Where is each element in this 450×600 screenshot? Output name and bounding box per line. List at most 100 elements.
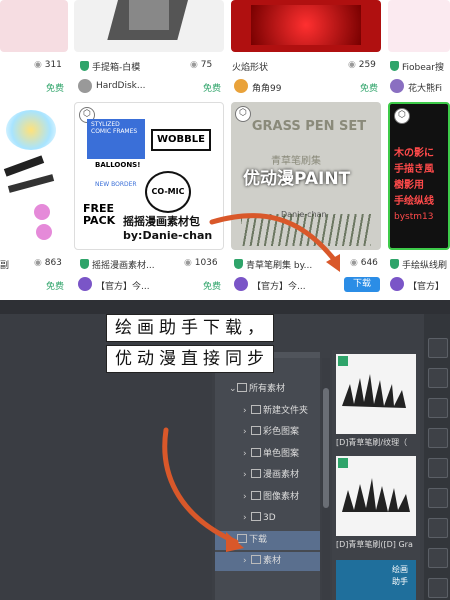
author-avatar[interactable] bbox=[234, 79, 248, 93]
tree-item[interactable]: › 3D bbox=[215, 509, 320, 528]
asset-title[interactable]: Fiobear搜 bbox=[390, 60, 450, 73]
tree-item[interactable]: ⌄ 下载 bbox=[215, 530, 320, 550]
tree-item-label: 新建文件夹 bbox=[263, 405, 309, 416]
toolbar-button[interactable] bbox=[428, 428, 448, 448]
toolbar-button[interactable] bbox=[428, 398, 448, 418]
asset-title[interactable]: 手提箱-白模 bbox=[80, 60, 200, 73]
asset-thumb-comic-pack[interactable]: ⬡ STYLIZED COMIC FRAMES WOBBLE BALLOONS!… bbox=[74, 102, 224, 250]
thumb-text: 手绘纵线 bbox=[394, 196, 434, 207]
tree-item-label: 所有素材 bbox=[249, 384, 286, 394]
thumb-overlay-text: by:Danie-chan bbox=[123, 229, 213, 242]
thumb-text: 木の影に bbox=[394, 148, 434, 159]
price-label: 免费 bbox=[46, 84, 65, 94]
asset-thumb-suitcase[interactable] bbox=[0, 0, 68, 52]
tree-item[interactable]: › 单色图案 bbox=[215, 445, 320, 464]
asset-thumb-pastel[interactable] bbox=[0, 102, 68, 250]
author-avatar[interactable] bbox=[78, 277, 92, 291]
toolbar-button[interactable] bbox=[428, 338, 448, 358]
expand-chevron-icon[interactable]: › bbox=[243, 509, 251, 528]
price-label: 免费 bbox=[360, 84, 379, 94]
eye-icon: ◉ bbox=[34, 60, 45, 70]
material-item-thumb[interactable] bbox=[336, 354, 416, 434]
expand-chevron-icon[interactable]: ⌄ bbox=[229, 531, 237, 550]
expand-chevron-icon[interactable]: › bbox=[243, 402, 251, 421]
tree-item-label: 下载 bbox=[249, 534, 268, 545]
folder-icon bbox=[251, 555, 261, 564]
price-label: 免费 bbox=[46, 282, 65, 292]
thumb-text: STYLIZED COMIC FRAMES bbox=[91, 121, 138, 135]
views-count: ◉ 75 bbox=[190, 60, 213, 70]
thumb-text: NEW BORDER bbox=[95, 181, 137, 188]
expand-chevron-icon[interactable]: › bbox=[243, 423, 251, 442]
material-item-thumb[interactable]: 绘画 助手 bbox=[336, 560, 416, 600]
eye-icon: ◉ bbox=[34, 258, 45, 268]
asset-title[interactable]: 摇摇漫画素材... bbox=[80, 258, 162, 271]
official-shield-icon bbox=[234, 259, 243, 269]
expand-chevron-icon[interactable]: › bbox=[243, 488, 251, 507]
eye-icon: ◉ bbox=[348, 60, 359, 70]
thumb-text: WOBBLE bbox=[151, 129, 211, 151]
author-name[interactable]: 【官方】今... bbox=[252, 279, 322, 292]
material-badge-icon bbox=[338, 356, 348, 366]
folder-icon bbox=[251, 490, 261, 500]
folder-icon bbox=[251, 447, 261, 457]
expand-chevron-icon[interactable]: › bbox=[243, 445, 251, 464]
caption-line-1: 绘画助手下载， bbox=[106, 314, 274, 342]
author-name[interactable]: 【官方】今... bbox=[96, 279, 166, 292]
author-avatar[interactable] bbox=[78, 79, 92, 93]
thumb-text: bystm13 bbox=[394, 212, 434, 222]
official-shield-icon bbox=[390, 61, 399, 71]
asset-thumb-fiobear[interactable] bbox=[388, 0, 450, 52]
thumb-overlay-text: 优动漫PAINT bbox=[243, 169, 351, 189]
toolbar-button[interactable] bbox=[428, 458, 448, 478]
asset-title[interactable]: 手绘纵线刷 bbox=[390, 258, 450, 271]
author-avatar[interactable] bbox=[390, 277, 404, 291]
scrollbar-thumb[interactable] bbox=[323, 388, 329, 508]
material-item-label[interactable]: [D]青草笔刷/纹理（ bbox=[336, 437, 420, 448]
expand-chevron-icon[interactable]: ⌄ bbox=[229, 380, 237, 399]
eye-icon: ◉ bbox=[184, 258, 195, 268]
caption-line-2: 优动漫直接同步 bbox=[106, 345, 274, 373]
tree-item[interactable]: › 漫画素材 bbox=[215, 466, 320, 485]
folder-icon bbox=[237, 533, 247, 543]
expand-chevron-icon[interactable]: › bbox=[243, 552, 251, 571]
material-item-thumb[interactable] bbox=[336, 456, 416, 536]
asset-title[interactable]: 火焰形状 bbox=[232, 60, 352, 73]
asset-title[interactable]: 副 bbox=[0, 258, 14, 271]
tree-item-label: 漫画素材 bbox=[263, 470, 300, 480]
material-list: [D]青草笔刷/纹理（ [D]青草笔刷([D] Gra 绘画 助手 bbox=[332, 350, 420, 600]
eye-icon: ◉ bbox=[350, 258, 361, 268]
tree-item[interactable]: › 素材 bbox=[215, 552, 320, 571]
tree-item-label: 3D bbox=[263, 513, 276, 523]
asset-thumb-flame[interactable] bbox=[231, 0, 381, 52]
asset-title[interactable]: 青草笔刷集 by... bbox=[234, 258, 326, 271]
folder-icon bbox=[237, 383, 247, 392]
material-item-label[interactable]: [D]青草笔刷([D] Gra bbox=[336, 539, 420, 550]
toolbar-button[interactable] bbox=[428, 548, 448, 568]
tree-scrollbar[interactable] bbox=[322, 358, 330, 600]
tree-item[interactable]: › 新建文件夹 bbox=[215, 402, 320, 421]
price-label: 免费 bbox=[203, 282, 222, 292]
author-avatar[interactable] bbox=[234, 277, 248, 291]
tree-item[interactable]: ⌄ 所有素材 bbox=[215, 380, 320, 399]
author-name[interactable]: 【官方】 bbox=[408, 279, 450, 292]
author-name[interactable]: HardDisk... bbox=[96, 81, 196, 91]
toolbar-button[interactable] bbox=[428, 578, 448, 598]
asset-thumb-grass-pen[interactable]: ⬡ GRASS PEN SET 青草笔刷集 优动漫PAINT Danie-cha… bbox=[231, 102, 381, 250]
toolbar-button[interactable] bbox=[428, 518, 448, 538]
download-button[interactable]: 下载 bbox=[344, 277, 380, 292]
toolbar-button[interactable] bbox=[428, 368, 448, 388]
tree-item[interactable]: › 图像素材 bbox=[215, 488, 320, 507]
asset-thumb-jp-brush[interactable]: ⬡ 木の影に 手描き風 樹影用 手绘纵线 bystm13 bbox=[388, 102, 450, 250]
author-name[interactable]: 花大熊Fi bbox=[408, 81, 450, 94]
tree-item[interactable]: › 彩色图案 bbox=[215, 423, 320, 442]
tree-item-label: 单色图案 bbox=[263, 448, 300, 459]
official-shield-icon bbox=[80, 259, 89, 269]
author-avatar[interactable] bbox=[390, 79, 404, 93]
folder-icon bbox=[251, 512, 261, 521]
folder-icon bbox=[251, 404, 261, 414]
toolbar-button[interactable] bbox=[428, 488, 448, 508]
expand-chevron-icon[interactable]: › bbox=[243, 466, 251, 485]
author-name[interactable]: 角角99 bbox=[252, 81, 342, 94]
asset-thumb-suitcase-model[interactable] bbox=[74, 0, 224, 52]
